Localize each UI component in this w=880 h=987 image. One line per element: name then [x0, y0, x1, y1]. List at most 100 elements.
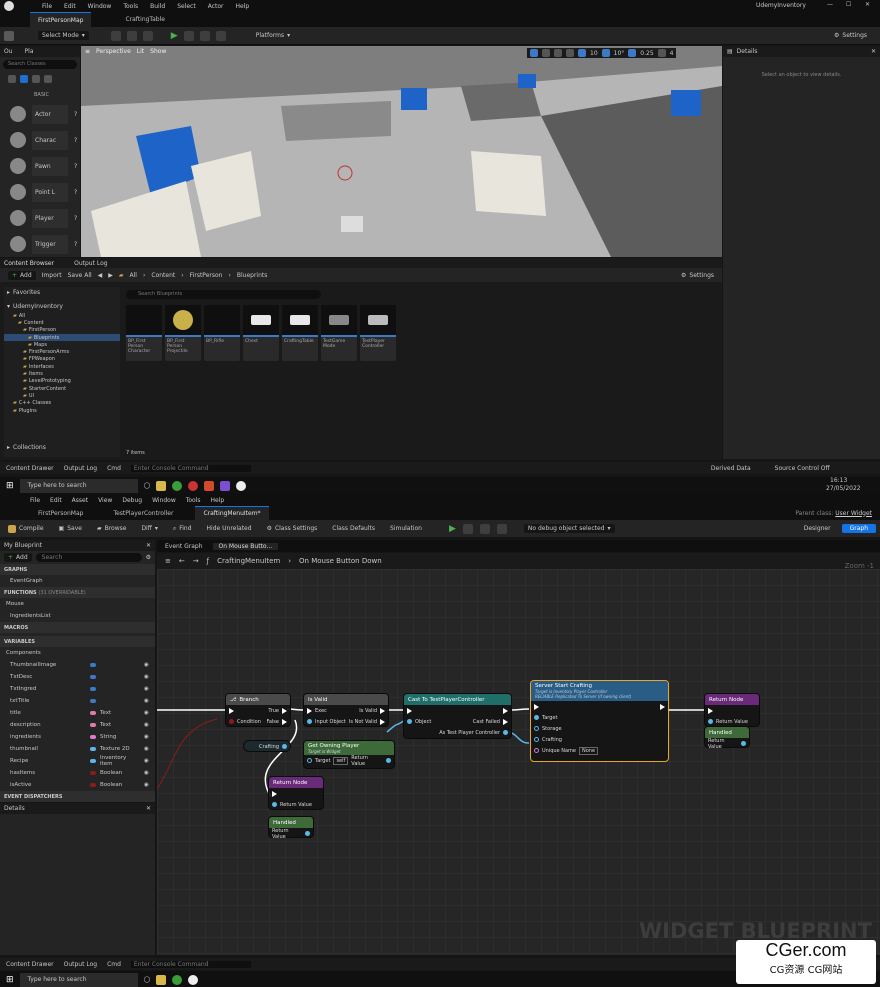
bp-search-input[interactable]: Search — [35, 553, 142, 562]
class-search-input[interactable]: Search Classes — [3, 60, 77, 69]
cmd-button[interactable]: Cmd — [107, 465, 121, 472]
variable-item[interactable]: TxtIngred ◉ — [0, 683, 155, 695]
target-pin[interactable] — [534, 715, 539, 720]
stop-icon[interactable] — [479, 523, 490, 534]
false-pin[interactable] — [282, 718, 287, 725]
find-button[interactable]: ⌕ Find — [169, 524, 196, 534]
close-icon[interactable]: ✕ — [146, 805, 151, 812]
handled-value-pin[interactable] — [741, 741, 746, 746]
rotate-tool-icon[interactable] — [554, 49, 562, 57]
help-icon[interactable]: ? — [74, 241, 77, 248]
folder-tree-item[interactable]: ▰ Interfaces — [4, 363, 120, 370]
exec-out-pin[interactable] — [503, 707, 508, 714]
visibility-eye-icon[interactable]: ◉ — [144, 686, 149, 692]
help-icon[interactable]: ? — [74, 215, 77, 222]
cast-node[interactable]: Cast To TestPlayerController Object Cast … — [403, 693, 512, 739]
output-log-button[interactable]: Output Log — [64, 961, 97, 968]
task-view-icon[interactable]: ◯ — [144, 976, 151, 983]
unreal-icon[interactable] — [188, 974, 199, 985]
content-drawer-button[interactable]: Content Drawer — [6, 465, 54, 472]
exec-in-pin[interactable] — [307, 707, 312, 714]
blueprint-icon[interactable] — [126, 30, 137, 41]
perspective-button[interactable]: Perspective — [96, 48, 131, 55]
tab-event-graph[interactable]: Event Graph — [165, 543, 203, 550]
grid-snap-icon[interactable] — [578, 49, 586, 57]
select-mode-button[interactable]: Select Mode ▾ — [38, 31, 89, 40]
stop-icon[interactable] — [199, 30, 210, 41]
viewport-menu-icon[interactable]: ≡ — [85, 48, 90, 55]
select-tool-icon[interactable] — [530, 49, 538, 57]
level-viewport[interactable]: ≡ Perspective Lit Show 10 10° 0.25 4 — [81, 46, 722, 257]
return-node-2[interactable]: Return Node Return Value — [268, 776, 324, 810]
menu-select[interactable]: Select — [177, 3, 196, 10]
exec-in-pin[interactable] — [534, 703, 539, 710]
menu-help[interactable]: Help — [211, 497, 225, 504]
return-node-1[interactable]: Return Node Return Value — [704, 693, 760, 727]
menu-edit[interactable]: Edit — [64, 3, 76, 10]
asset-tile[interactable]: TestPlayer Controller — [360, 305, 396, 361]
self-value[interactable]: self — [333, 756, 349, 765]
menu-actor[interactable]: Actor — [208, 3, 224, 10]
folder-tree-item[interactable]: ▰ Maps — [4, 341, 120, 348]
visibility-eye-icon[interactable]: ◉ — [144, 662, 149, 668]
source-control-button[interactable]: Source Control Off — [775, 465, 830, 472]
crafting-pin[interactable] — [534, 737, 539, 742]
place-actor-item[interactable]: Point L? — [0, 180, 80, 204]
asset-tile[interactable]: TestGame Mode — [321, 305, 357, 361]
folder-tree-item[interactable]: ▰ FirstPersonArms — [4, 348, 120, 355]
get-owning-player-node[interactable]: Get Owning Player Target is Widget Targe… — [303, 740, 395, 769]
folder-tree-item[interactable]: ▰ UI — [4, 392, 120, 399]
pause-icon[interactable] — [462, 523, 473, 534]
breadcrumb-blueprints[interactable]: Blueprints — [237, 272, 268, 279]
condition-pin[interactable] — [229, 719, 234, 724]
sequence-icon[interactable] — [142, 30, 153, 41]
place-actor-item[interactable]: Actor? — [0, 102, 80, 126]
platforms-button[interactable]: Platforms ▾ — [252, 31, 294, 40]
close-icon[interactable]: ✕ — [871, 48, 876, 55]
move-tool-icon[interactable] — [542, 49, 550, 57]
compile-button[interactable]: Compile — [4, 524, 48, 534]
crafting-variable-node[interactable]: Crafting — [243, 740, 291, 752]
save-all-button[interactable]: Save All — [68, 272, 92, 279]
play-icon[interactable]: ▶ — [449, 524, 456, 534]
folder-tree-item[interactable]: ▰ Items — [4, 370, 120, 377]
visibility-eye-icon[interactable]: ◉ — [144, 758, 149, 764]
unreal-icon[interactable] — [236, 480, 247, 491]
tab-firstpersonmap[interactable]: FirstPersonMap — [30, 12, 92, 27]
visibility-eye-icon[interactable]: ◉ — [144, 710, 149, 716]
unique-name-value[interactable]: None — [578, 746, 599, 755]
add-button[interactable]: + Add — [8, 270, 36, 280]
section-variables[interactable]: VARIABLES — [0, 636, 155, 647]
hide-unrelated-button[interactable]: Hide Unrelated — [203, 524, 256, 533]
section-event-dispatchers[interactable]: EVENT DISPATCHERS — [0, 791, 155, 802]
unique-name-pin[interactable] — [534, 748, 539, 753]
folder-tree-item[interactable]: ▰ StarterContent — [4, 385, 120, 392]
help-icon[interactable]: ? — [74, 189, 77, 196]
true-pin[interactable] — [282, 707, 287, 714]
asset-tile[interactable]: BP_Rifle — [204, 305, 240, 361]
branch-node[interactable]: ⎇ Branch True Condition False — [225, 693, 291, 727]
function-category-mouse[interactable]: Mouse — [0, 598, 155, 610]
exec-in-pin[interactable] — [708, 707, 713, 714]
exec-in-pin[interactable] — [407, 707, 412, 714]
cmd-button[interactable]: Cmd — [107, 961, 121, 968]
chrome-icon[interactable] — [172, 480, 183, 491]
debug-object-select[interactable]: No debug object selected ▾ — [523, 524, 615, 533]
taskbar-search[interactable]: Type here to search — [19, 478, 138, 493]
variable-item[interactable]: ThumbnailImage ◉ — [0, 659, 155, 671]
variable-item[interactable]: title Text ◉ — [0, 707, 155, 719]
breadcrumb-item[interactable]: CraftingMenuItem — [217, 557, 280, 565]
eject-icon[interactable] — [215, 30, 226, 41]
asset-tile[interactable]: BP_First Person Projectile — [165, 305, 201, 361]
step-icon[interactable] — [183, 30, 194, 41]
cb-settings-button[interactable]: ⚙ Settings — [677, 271, 718, 280]
rotation-snap-value[interactable]: 10° — [614, 50, 625, 57]
tab-content-browser[interactable]: Content Browser — [4, 260, 54, 267]
place-actor-item[interactable]: Trigger? — [0, 232, 80, 256]
class-defaults-button[interactable]: Class Defaults — [328, 524, 379, 533]
camera-speed-value[interactable]: 4 — [670, 50, 674, 57]
return-value-pin[interactable] — [272, 802, 277, 807]
folder-tree-item[interactable]: ▰ Plugins — [4, 407, 120, 414]
folder-tree-item[interactable]: ▰ All — [4, 312, 120, 319]
visibility-eye-icon[interactable]: ◉ — [144, 674, 149, 680]
